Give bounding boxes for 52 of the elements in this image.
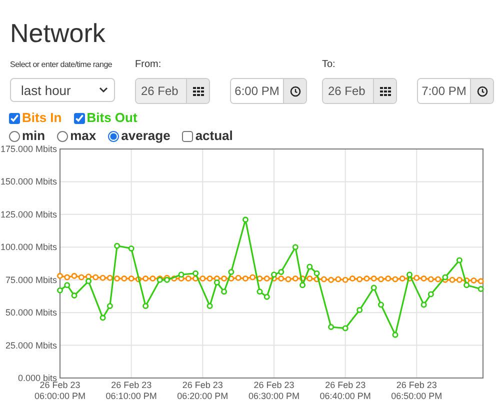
- y-axis-label: 175.000 Mbits: [0, 144, 57, 154]
- x-axis-label: 26 Feb 23 06:30:00 PM: [248, 380, 300, 401]
- range-end-label: From:: [135, 58, 162, 72]
- y-axis-label: 125.000 Mbits: [0, 209, 57, 220]
- data-point: [428, 291, 434, 298]
- x-axis-label: 26 Feb 23 06:50:00 PM: [391, 380, 442, 401]
- mode-label: average: [121, 128, 170, 144]
- x-axis-label: 26 Feb 23 06:20:00 PM: [177, 380, 228, 401]
- data-point: [328, 324, 334, 330]
- data-point: [71, 292, 78, 299]
- y-axis-label: 100.000 Mbits: [0, 242, 57, 252]
- range-label: Select or enter date/time range: [10, 59, 112, 71]
- data-point: [378, 302, 384, 308]
- data-point: [478, 286, 484, 292]
- data-point: [292, 244, 298, 250]
- series-label: Bits In: [22, 110, 62, 126]
- page-title: Network: [9, 17, 106, 48]
- range-end-label: To:: [322, 58, 336, 72]
- data-point: [356, 306, 363, 313]
- radio-button[interactable]: [9, 130, 20, 142]
- mode-label: max: [70, 128, 96, 144]
- series-label: Bits Out: [86, 110, 138, 126]
- y-axis-label: 50.000 Mbits: [5, 308, 57, 318]
- data-point: [206, 303, 213, 310]
- data-point: [242, 216, 248, 223]
- mode-label: actual: [195, 128, 233, 144]
- y-axis-label: 75.000 Mbits: [5, 274, 57, 285]
- x-axis-label: 26 Feb 23 06:40:00 PM: [320, 380, 371, 401]
- data-point: [128, 245, 134, 252]
- x-axis-label: 26 Feb 23 06:00:00 PM: [34, 380, 86, 401]
- checkbox[interactable]: [74, 112, 85, 124]
- data-point: [420, 302, 427, 308]
- data-point: [114, 242, 120, 249]
- data-point: [221, 288, 228, 295]
- y-axis-label: 0.000 bits: [18, 373, 57, 383]
- y-axis-label: 25.000 Mbits: [5, 340, 57, 350]
- data-point: [106, 303, 113, 310]
- data-point: [100, 314, 106, 321]
- data-point: [392, 332, 398, 338]
- data-point: [370, 284, 377, 291]
- data-point: [342, 325, 348, 332]
- data-point: [456, 257, 462, 264]
- mode-label: min: [22, 128, 46, 144]
- checkbox[interactable]: [9, 112, 20, 124]
- chevron-icon: [99, 87, 108, 93]
- radio-button[interactable]: [108, 130, 120, 142]
- checkbox[interactable]: [182, 130, 194, 142]
- x-axis-label: 26 Feb 23 06:10:00 PM: [106, 380, 157, 401]
- radio-button[interactable]: [57, 130, 68, 142]
- range-select[interactable]: last hour: [10, 78, 115, 102]
- data-point: [142, 303, 149, 310]
- y-axis-label: 150.000 Mbits: [0, 176, 57, 187]
